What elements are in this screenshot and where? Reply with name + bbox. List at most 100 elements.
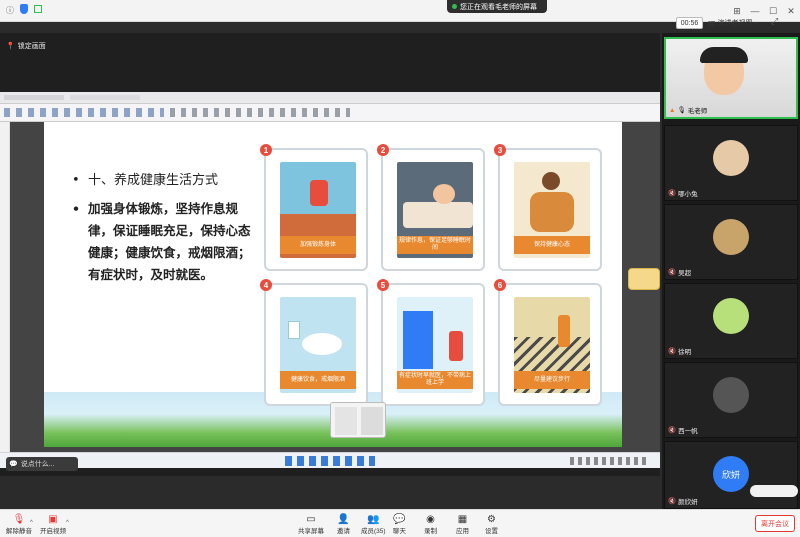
lock-view-label: 锁定画面 [17,43,46,50]
participant-name: 西一帆 [678,428,698,435]
panel-caption: 健康饮食，戒烟限酒 [280,371,356,389]
avatar: 欣妍 [713,456,749,492]
toolbar-icons[interactable] [170,108,350,117]
shield-icon[interactable] [20,4,28,14]
walker-shape [558,315,570,347]
leave-meeting-button[interactable]: 离开会议 [755,515,795,532]
mic-icon: 🎙 [677,107,686,114]
sharing-notice[interactable]: 您正在观看毛老师的屏幕 [447,0,547,13]
sharing-notice-text: 您正在观看毛老师的屏幕 [460,3,537,11]
avatar [713,298,749,334]
mic-muted-icon: 🔇 [668,269,677,276]
chevron-down-icon: ▾ [754,20,758,27]
participant-tile-active[interactable]: ▲ 🎙 毛老师 [664,37,798,119]
menubar-text-placeholder [70,95,140,100]
pin-icon: 📍 [6,43,15,50]
apps-label: 应用 [456,528,469,535]
sharing-dot-icon [452,4,457,9]
slide-body: 加强身体锻炼，坚持作息规律，保证睡眠充足，保持心态健康；健康饮食，戒烟限酒；有症… [72,198,252,286]
avatar [713,377,749,413]
thumbnail-popup[interactable] [330,402,386,438]
panel-caption: 有症状时早就医，不带病上班上学 [397,371,473,389]
participant-tile[interactable]: 🔇 西一帆 [664,362,798,438]
chevron-up-icon[interactable]: ^ [66,520,69,526]
participant-name: 毛老师 [687,108,708,115]
slide-text: 十、养成健康生活方式 加强身体锻炼，坚持作息规律，保证睡眠充足，保持心态健康；健… [72,170,252,286]
members-label: 成员(35) [361,528,386,535]
bed-shape [403,202,473,228]
mic-muted-icon: 🔇 [668,427,677,434]
ime-toolbar[interactable] [750,485,798,497]
record-icon: ◉ [426,513,435,525]
panel-number: 6 [494,279,506,291]
members-button[interactable]: 👥 成员(35) [361,513,386,536]
participant-tile[interactable]: 欣妍 🔇 颜欣妍 [664,441,798,509]
panel-number: 4 [260,279,272,291]
invite-button[interactable]: 👤 邀请 [337,513,350,536]
signal-icon [34,5,42,13]
gear-icon: ⚙ [487,513,496,525]
system-tray[interactable] [570,457,650,465]
participant-tile[interactable]: 🔇 徐明 [664,283,798,359]
video-button[interactable]: ▣ 开启视频 [40,513,66,536]
participant-name-row: ▲ 🎙 毛老师 [669,105,708,116]
meeting-toolbar: 🎙 解除静音 ^ ▣ 开启视频 ^ ▭ 共享屏幕 👤 邀请 👥 成员(35) 💬… [0,509,800,537]
illustration-panel: 4 健康饮食，戒烟限酒 [260,279,368,406]
taskbar-app-icons[interactable] [285,456,375,466]
chat-icon: 💬 [393,513,406,525]
reaction-floating-button[interactable] [628,268,660,290]
chat-label: 聊天 [393,528,406,535]
avatar [713,219,749,255]
speaker-hair [700,47,748,63]
participant-name: 徐明 [678,349,692,356]
apps-button[interactable]: ▦ 应用 [456,513,469,536]
illustration-panel: 2 规律作息，保证足够睡眠时间 [377,144,485,271]
members-icon: 👥 [367,513,380,525]
participant-name-row: 🔇 颜欣妍 [668,496,698,506]
settings-button[interactable]: ⚙ 设置 [485,513,498,536]
close-icon[interactable]: ✕ [782,0,800,22]
share-screen-button[interactable]: ▭ 共享屏幕 [298,513,324,536]
sleeper-shape [433,184,455,204]
thumbnail-preview [361,407,383,435]
illustration-panel: 5 有症状时早就医，不带病上班上学 [377,279,485,406]
mic-muted-icon: 🔇 [668,190,677,197]
participant-name-row: 🔇 哪小兔 [668,188,698,198]
chat-button[interactable]: 💬 聊天 [393,513,406,536]
participant-name-row: 🔇 吴超 [668,267,691,277]
mute-button[interactable]: 🎙 解除静音 [6,513,32,536]
slide-heading: 十、养成健康生活方式 [72,170,252,192]
panel-number: 5 [377,279,389,291]
panel-caption: 保持健康心态 [514,236,590,254]
runner-shape [310,180,328,206]
patient-shape [449,331,463,361]
chat-placeholder: 说点什么... [20,461,55,468]
record-label: 录制 [424,528,437,535]
milk-shape [288,321,300,339]
shared-screen: 十、养成健康生活方式 加强身体锻炼，坚持作息规律，保证睡眠充足，保持心态健康；健… [0,92,660,468]
toolbar-icons[interactable] [4,108,164,117]
participant-name-row: 🔇 西一帆 [668,425,698,435]
fullscreen-icon[interactable]: ⤢ [771,16,778,27]
share-screen-icon: ▭ [306,513,316,525]
meeting-timer: 00:56 [676,17,703,29]
info-icon[interactable]: ⓘ [6,5,14,16]
record-button[interactable]: ◉ 录制 [424,513,437,536]
lock-view-button[interactable]: 📍 锁定画面 [6,40,46,52]
view-mode-dropdown[interactable]: ▦ 演讲者视图 ▾ [708,17,766,29]
illustration-panel: 6 尽量建议步行 [494,279,602,406]
app-toolbar [0,104,660,122]
participant-tile[interactable]: 🔇 吴超 [664,204,798,280]
os-taskbar [0,452,660,468]
presentation-slide: 十、养成健康生活方式 加强身体锻炼，坚持作息规律，保证睡眠充足，保持心态健康；健… [44,122,622,447]
chevron-up-icon[interactable]: ^ [30,520,33,526]
plate-shape [302,333,342,355]
video-label: 开启视频 [40,528,66,535]
apps-icon: ▦ [457,513,468,525]
chat-input-button[interactable]: 💬 说点什么... [6,457,78,471]
invite-label: 邀请 [337,528,350,535]
participant-name-row: 🔇 徐明 [668,346,691,356]
grid-icon: ▦ [708,18,716,28]
participant-tile[interactable]: 🔇 哪小兔 [664,125,798,201]
illustration-panel: 1 加强锻炼身体 [260,144,368,271]
